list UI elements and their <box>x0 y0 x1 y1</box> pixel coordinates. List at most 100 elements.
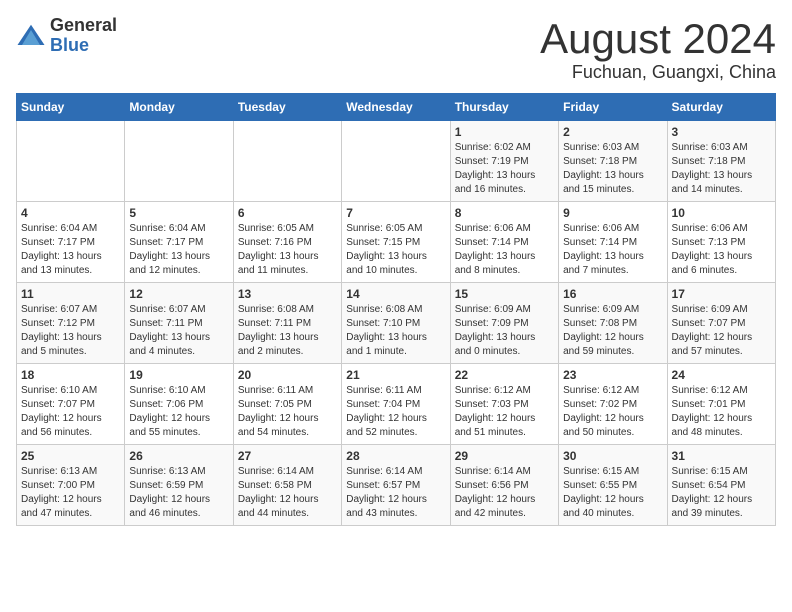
day-number: 22 <box>455 368 554 382</box>
day-info: Sunrise: 6:04 AM Sunset: 7:17 PM Dayligh… <box>21 222 120 278</box>
calendar-cell <box>233 121 341 202</box>
day-info: Sunrise: 6:14 AM Sunset: 6:58 PM Dayligh… <box>238 465 337 521</box>
day-number: 26 <box>129 449 228 463</box>
day-number: 1 <box>455 125 554 139</box>
day-info: Sunrise: 6:04 AM Sunset: 7:17 PM Dayligh… <box>129 222 228 278</box>
calendar-cell: 29 Sunrise: 6:14 AM Sunset: 6:56 PM Dayli… <box>450 445 558 526</box>
day-number: 23 <box>563 368 662 382</box>
calendar-cell: 9 Sunrise: 6:06 AM Sunset: 7:14 PM Daylig… <box>559 202 667 283</box>
day-number: 3 <box>672 125 771 139</box>
day-info: Sunrise: 6:03 AM Sunset: 7:18 PM Dayligh… <box>672 141 771 197</box>
day-number: 7 <box>346 206 445 220</box>
day-number: 6 <box>238 206 337 220</box>
logo-icon <box>16 21 46 51</box>
calendar-cell: 23 Sunrise: 6:12 AM Sunset: 7:02 PM Dayli… <box>559 364 667 445</box>
calendar-cell: 30 Sunrise: 6:15 AM Sunset: 6:55 PM Dayli… <box>559 445 667 526</box>
day-number: 2 <box>563 125 662 139</box>
day-info: Sunrise: 6:13 AM Sunset: 6:59 PM Dayligh… <box>129 465 228 521</box>
day-number: 24 <box>672 368 771 382</box>
day-info: Sunrise: 6:12 AM Sunset: 7:02 PM Dayligh… <box>563 384 662 440</box>
day-info: Sunrise: 6:13 AM Sunset: 7:00 PM Dayligh… <box>21 465 120 521</box>
calendar-cell: 25 Sunrise: 6:13 AM Sunset: 7:00 PM Dayli… <box>17 445 125 526</box>
calendar-cell <box>342 121 450 202</box>
calendar-cell: 7 Sunrise: 6:05 AM Sunset: 7:15 PM Daylig… <box>342 202 450 283</box>
day-number: 29 <box>455 449 554 463</box>
day-info: Sunrise: 6:10 AM Sunset: 7:07 PM Dayligh… <box>21 384 120 440</box>
day-info: Sunrise: 6:05 AM Sunset: 7:16 PM Dayligh… <box>238 222 337 278</box>
calendar-cell: 12Sunrise: 6:07 AM Sunset: 7:11 PM Dayli… <box>125 283 233 364</box>
day-number: 27 <box>238 449 337 463</box>
weekday-header: Tuesday <box>233 94 341 121</box>
calendar-cell: 31Sunrise: 6:15 AM Sunset: 6:54 PM Dayli… <box>667 445 775 526</box>
day-number: 28 <box>346 449 445 463</box>
day-number: 8 <box>455 206 554 220</box>
day-info: Sunrise: 6:08 AM Sunset: 7:10 PM Dayligh… <box>346 303 445 359</box>
calendar-cell: 2 Sunrise: 6:03 AM Sunset: 7:18 PM Daylig… <box>559 121 667 202</box>
calendar-week-row: 25 Sunrise: 6:13 AM Sunset: 7:00 PM Dayli… <box>17 445 776 526</box>
calendar-table: SundayMondayTuesdayWednesdayThursdayFrid… <box>16 93 776 526</box>
day-number: 21 <box>346 368 445 382</box>
day-number: 17 <box>672 287 771 301</box>
day-number: 14 <box>346 287 445 301</box>
day-info: Sunrise: 6:06 AM Sunset: 7:13 PM Dayligh… <box>672 222 771 278</box>
calendar-cell: 18Sunrise: 6:10 AM Sunset: 7:07 PM Dayli… <box>17 364 125 445</box>
calendar-cell: 8Sunrise: 6:06 AM Sunset: 7:14 PM Daylig… <box>450 202 558 283</box>
day-number: 13 <box>238 287 337 301</box>
day-number: 16 <box>563 287 662 301</box>
day-info: Sunrise: 6:14 AM Sunset: 6:56 PM Dayligh… <box>455 465 554 521</box>
day-number: 31 <box>672 449 771 463</box>
calendar-week-row: 1 Sunrise: 6:02 AM Sunset: 7:19 PM Daylig… <box>17 121 776 202</box>
calendar-cell: 5 Sunrise: 6:04 AM Sunset: 7:17 PM Daylig… <box>125 202 233 283</box>
day-number: 25 <box>21 449 120 463</box>
weekday-header: Wednesday <box>342 94 450 121</box>
logo: General Blue <box>16 16 117 56</box>
calendar-cell: 3 Sunrise: 6:03 AM Sunset: 7:18 PM Daylig… <box>667 121 775 202</box>
weekday-header: Friday <box>559 94 667 121</box>
calendar-cell: 26 Sunrise: 6:13 AM Sunset: 6:59 PM Dayli… <box>125 445 233 526</box>
logo-blue-text: Blue <box>50 36 117 56</box>
calendar-cell: 6 Sunrise: 6:05 AM Sunset: 7:16 PM Daylig… <box>233 202 341 283</box>
calendar-cell: 10 Sunrise: 6:06 AM Sunset: 7:13 PM Dayli… <box>667 202 775 283</box>
day-number: 10 <box>672 206 771 220</box>
calendar-cell: 19 Sunrise: 6:10 AM Sunset: 7:06 PM Dayli… <box>125 364 233 445</box>
day-info: Sunrise: 6:12 AM Sunset: 7:03 PM Dayligh… <box>455 384 554 440</box>
day-info: Sunrise: 6:10 AM Sunset: 7:06 PM Dayligh… <box>129 384 228 440</box>
weekday-header: Sunday <box>17 94 125 121</box>
calendar-title: August 2024 <box>540 16 776 62</box>
day-info: Sunrise: 6:02 AM Sunset: 7:19 PM Dayligh… <box>455 141 554 197</box>
calendar-subtitle: Fuchuan, Guangxi, China <box>540 62 776 83</box>
day-number: 19 <box>129 368 228 382</box>
day-info: Sunrise: 6:11 AM Sunset: 7:04 PM Dayligh… <box>346 384 445 440</box>
calendar-cell: 28Sunrise: 6:14 AM Sunset: 6:57 PM Dayli… <box>342 445 450 526</box>
day-info: Sunrise: 6:07 AM Sunset: 7:12 PM Dayligh… <box>21 303 120 359</box>
calendar-cell: 11 Sunrise: 6:07 AM Sunset: 7:12 PM Dayli… <box>17 283 125 364</box>
day-info: Sunrise: 6:06 AM Sunset: 7:14 PM Dayligh… <box>563 222 662 278</box>
calendar-cell: 16Sunrise: 6:09 AM Sunset: 7:08 PM Dayli… <box>559 283 667 364</box>
day-info: Sunrise: 6:09 AM Sunset: 7:09 PM Dayligh… <box>455 303 554 359</box>
day-number: 11 <box>21 287 120 301</box>
weekday-header: Saturday <box>667 94 775 121</box>
calendar-cell: 27 Sunrise: 6:14 AM Sunset: 6:58 PM Dayli… <box>233 445 341 526</box>
day-info: Sunrise: 6:07 AM Sunset: 7:11 PM Dayligh… <box>129 303 228 359</box>
day-number: 20 <box>238 368 337 382</box>
day-info: Sunrise: 6:15 AM Sunset: 6:55 PM Dayligh… <box>563 465 662 521</box>
calendar-cell: 22 Sunrise: 6:12 AM Sunset: 7:03 PM Dayli… <box>450 364 558 445</box>
weekday-header-row: SundayMondayTuesdayWednesdayThursdayFrid… <box>17 94 776 121</box>
day-info: Sunrise: 6:08 AM Sunset: 7:11 PM Dayligh… <box>238 303 337 359</box>
calendar-cell: 17 Sunrise: 6:09 AM Sunset: 7:07 PM Dayli… <box>667 283 775 364</box>
calendar-week-row: 11 Sunrise: 6:07 AM Sunset: 7:12 PM Dayli… <box>17 283 776 364</box>
calendar-cell: 24Sunrise: 6:12 AM Sunset: 7:01 PM Dayli… <box>667 364 775 445</box>
weekday-header: Thursday <box>450 94 558 121</box>
day-number: 4 <box>21 206 120 220</box>
day-number: 30 <box>563 449 662 463</box>
calendar-week-row: 4 Sunrise: 6:04 AM Sunset: 7:17 PM Daylig… <box>17 202 776 283</box>
day-info: Sunrise: 6:03 AM Sunset: 7:18 PM Dayligh… <box>563 141 662 197</box>
day-info: Sunrise: 6:05 AM Sunset: 7:15 PM Dayligh… <box>346 222 445 278</box>
day-number: 15 <box>455 287 554 301</box>
day-info: Sunrise: 6:09 AM Sunset: 7:07 PM Dayligh… <box>672 303 771 359</box>
title-block: August 2024 Fuchuan, Guangxi, China <box>540 16 776 83</box>
day-number: 9 <box>563 206 662 220</box>
calendar-week-row: 18Sunrise: 6:10 AM Sunset: 7:07 PM Dayli… <box>17 364 776 445</box>
day-number: 5 <box>129 206 228 220</box>
page-header: General Blue August 2024 Fuchuan, Guangx… <box>16 16 776 83</box>
